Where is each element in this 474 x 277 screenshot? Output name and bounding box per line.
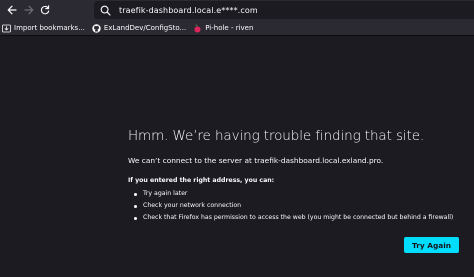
import-icon: [2, 24, 11, 33]
error-description: We can’t connect to the server at traefi…: [128, 156, 384, 165]
error-page: Hmm. We’re having trouble finding that s…: [0, 36, 474, 277]
reload-button[interactable]: [37, 2, 53, 18]
bookmark-pihole[interactable]: Pi-hole - riven: [193, 21, 253, 35]
reload-icon: [40, 5, 50, 15]
list-item: Try again later: [128, 188, 453, 200]
url-text: traefik-dashboard.local.e****.com: [119, 5, 258, 15]
back-arrow-icon: [7, 5, 17, 15]
bookmark-github[interactable]: ExLandDev/ConfigSto...: [92, 21, 186, 35]
forward-arrow-icon: [24, 5, 34, 15]
bookmark-label: Import bookmarks...: [14, 24, 85, 32]
address-bar[interactable]: traefik-dashboard.local.e****.com: [94, 1, 474, 19]
search-icon: [100, 5, 111, 16]
error-title: Hmm. We’re having trouble finding that s…: [128, 128, 425, 144]
error-subheading: If you entered the right address, you ca…: [128, 177, 275, 184]
github-icon: [92, 23, 101, 33]
suggestion-list: Try again later Check your network conne…: [128, 188, 453, 224]
browser-toolbar: traefik-dashboard.local.e****.com: [0, 0, 474, 21]
bookmark-label: Pi-hole - riven: [205, 24, 254, 32]
try-again-button[interactable]: Try Again: [404, 237, 459, 253]
list-item: Check your network connection: [128, 200, 453, 212]
pihole-icon: [193, 24, 202, 33]
back-button[interactable]: [4, 2, 20, 18]
bookmark-import[interactable]: Import bookmarks...: [2, 21, 85, 35]
forward-button[interactable]: [21, 2, 37, 18]
bookmarks-toolbar: Import bookmarks... ExLandDev/ConfigSto.…: [0, 21, 474, 36]
list-item: Check that Firefox has permission to acc…: [128, 212, 453, 224]
bookmark-label: ExLandDev/ConfigSto...: [103, 24, 187, 32]
